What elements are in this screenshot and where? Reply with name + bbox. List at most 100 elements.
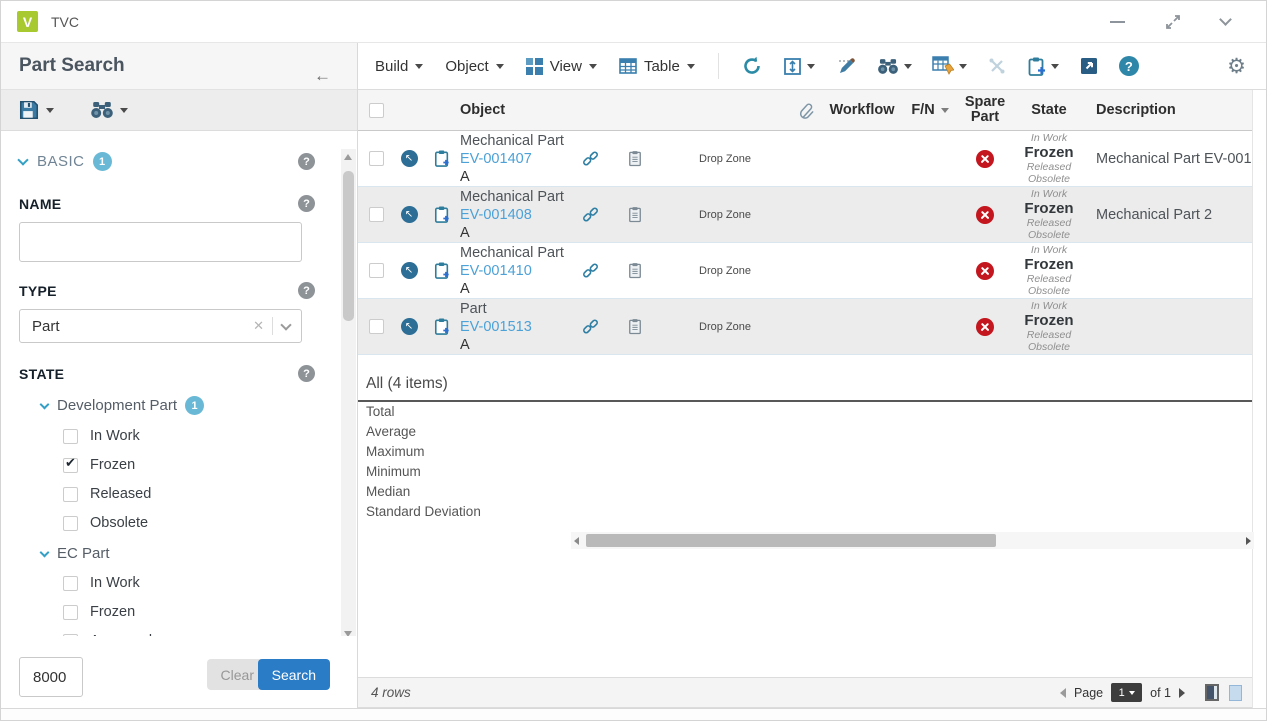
select-columns-button[interactable] [929, 56, 970, 76]
add-to-clipboard-icon[interactable] [434, 261, 450, 280]
search-button[interactable]: Search [258, 659, 330, 690]
drop-zone[interactable]: Drop Zone [699, 153, 751, 165]
object-type: Mechanical Part [460, 188, 570, 206]
drop-zone[interactable]: Drop Zone [699, 321, 751, 333]
state-group-development-part[interactable]: Development Part 1 [41, 396, 339, 415]
scroll-up-icon[interactable] [344, 154, 352, 160]
menu-build[interactable]: Build [371, 58, 427, 75]
link-icon[interactable] [582, 262, 599, 279]
refresh-button[interactable] [738, 55, 766, 77]
object-id-link[interactable]: EV-001513 [460, 318, 570, 336]
expand-icon[interactable] [1165, 14, 1181, 30]
help-button[interactable]: ? [1116, 56, 1142, 76]
description-cell: Mechanical Part 2 [1086, 207, 1252, 223]
help-icon[interactable]: ? [298, 153, 315, 170]
basic-section-header[interactable]: BASIC 1 ? [19, 152, 339, 171]
add-to-clipboard-button[interactable] [1024, 56, 1062, 77]
object-id-link[interactable]: EV-001408 [460, 206, 570, 224]
chevron-down-icon [120, 108, 128, 113]
menu-object[interactable]: Object [441, 58, 507, 75]
row-checkbox[interactable] [369, 207, 384, 222]
preview-clipboard-icon[interactable] [628, 262, 642, 279]
object-id-link[interactable]: EV-001410 [460, 262, 570, 280]
find-in-table-button[interactable] [874, 58, 915, 75]
full-view-icon[interactable] [1229, 685, 1242, 701]
attachment-column-icon[interactable] [799, 102, 814, 119]
checkbox-released[interactable] [63, 487, 78, 502]
chevron-down-icon[interactable] [280, 319, 291, 330]
preview-clipboard-icon[interactable] [628, 150, 642, 167]
type-combobox[interactable]: Part ✕ [19, 309, 302, 343]
search-sidebar: Part Search ← BASIC 1 ? [1, 43, 358, 708]
column-header-state[interactable]: State [1031, 102, 1066, 118]
row-height-button[interactable] [780, 57, 818, 76]
checkbox-ec-in-work[interactable] [63, 576, 78, 591]
object-cell: Part EV-001513 A [460, 300, 570, 354]
checkbox-frozen[interactable] [63, 458, 78, 473]
preview-clipboard-icon[interactable] [628, 206, 642, 223]
column-header-fn[interactable]: F/N [911, 102, 948, 118]
horizontal-scrollbar[interactable] [571, 532, 1254, 549]
scrollbar-thumb[interactable] [343, 171, 354, 321]
scrollbar-thumb[interactable] [586, 534, 996, 547]
scroll-right-icon[interactable] [1246, 537, 1251, 545]
result-limit-input[interactable] [19, 657, 83, 697]
sort-descending-icon [941, 108, 949, 113]
collapse-sidebar-icon[interactable]: ← [314, 67, 331, 84]
menu-table[interactable]: Table [615, 58, 699, 75]
paged-view-icon[interactable] [1205, 684, 1219, 701]
settings-gear-icon[interactable]: ⚙ [1227, 56, 1246, 77]
name-input[interactable] [19, 222, 302, 262]
table-row: ↖ Part EV-001513 A Drop Zone In Work Fro… [358, 299, 1252, 355]
checkbox-in-work[interactable] [63, 429, 78, 444]
saved-searches-button[interactable] [90, 101, 128, 119]
navigate-icon[interactable]: ↖ [401, 206, 418, 223]
menu-view[interactable]: View [522, 58, 601, 75]
link-icon[interactable] [582, 318, 599, 335]
row-checkbox[interactable] [369, 319, 384, 334]
edit-button[interactable] [832, 55, 860, 77]
row-checkbox[interactable] [369, 151, 384, 166]
row-count: 4 rows [371, 685, 411, 700]
row-checkbox[interactable] [369, 263, 384, 278]
help-icon[interactable]: ? [298, 365, 315, 382]
state-group-ec-part[interactable]: EC Part [41, 545, 339, 562]
next-page-icon[interactable] [1179, 688, 1185, 698]
column-header-spare-part[interactable]: Spare Part [965, 95, 1005, 125]
drop-zone[interactable]: Drop Zone [699, 265, 751, 277]
add-to-clipboard-icon[interactable] [434, 317, 450, 336]
chevron-down-icon [807, 64, 815, 69]
column-header-description[interactable]: Description [1086, 102, 1252, 118]
add-to-clipboard-icon[interactable] [434, 205, 450, 224]
menu-label: Build [375, 58, 408, 75]
column-header-workflow[interactable]: Workflow [830, 102, 895, 118]
navigate-icon[interactable]: ↖ [401, 318, 418, 335]
minimize-icon[interactable] [1110, 21, 1125, 23]
checkbox-ec-frozen[interactable] [63, 605, 78, 620]
app-title: TVC [51, 14, 79, 30]
sidebar-header: Part Search ← [1, 43, 357, 90]
page-select[interactable]: 1 [1111, 683, 1142, 702]
add-to-clipboard-icon[interactable] [434, 149, 450, 168]
checkbox-obsolete[interactable] [63, 516, 78, 531]
link-icon[interactable] [582, 150, 599, 167]
object-id-link[interactable]: EV-001407 [460, 150, 570, 168]
navigate-icon[interactable]: ↖ [401, 150, 418, 167]
collapse-panel-icon[interactable] [1221, 19, 1230, 24]
sidebar-scrollbar[interactable] [341, 149, 356, 642]
disconnect-button[interactable] [984, 56, 1010, 76]
drop-zone[interactable]: Drop Zone [699, 209, 751, 221]
titlebar: V TVC [1, 1, 1266, 43]
export-button[interactable] [1076, 56, 1102, 76]
select-all-checkbox[interactable] [369, 103, 384, 118]
preview-clipboard-icon[interactable] [628, 318, 642, 335]
previous-page-icon[interactable] [1060, 688, 1066, 698]
help-icon[interactable]: ? [298, 282, 315, 299]
clear-type-icon[interactable]: ✕ [245, 318, 272, 334]
navigate-icon[interactable]: ↖ [401, 262, 418, 279]
column-header-object[interactable]: Object [460, 102, 570, 118]
save-search-button[interactable] [18, 99, 54, 121]
scroll-left-icon[interactable] [574, 537, 579, 545]
link-icon[interactable] [582, 206, 599, 223]
help-icon[interactable]: ? [298, 195, 315, 212]
